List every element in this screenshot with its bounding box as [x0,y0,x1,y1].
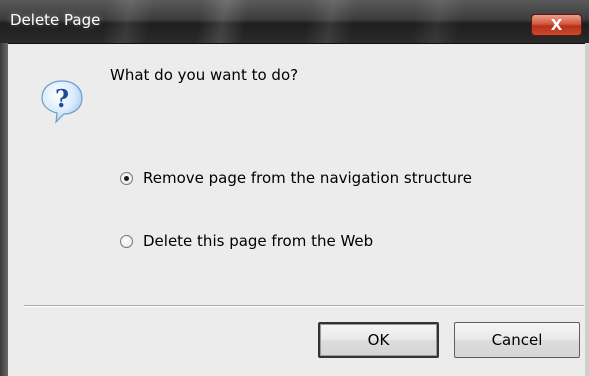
dialog-body: ? What do you want to do? Remove page fr… [8,44,585,376]
radio-remove-from-navigation[interactable] [120,171,133,185]
window-frame-left [0,43,8,376]
dialog-prompt: What do you want to do? [110,66,299,84]
option-remove-from-navigation[interactable]: Remove page from the navigation structur… [120,169,472,187]
title-bar[interactable]: Delete Page X [0,0,589,44]
option-remove-label: Remove page from the navigation structur… [143,169,472,187]
question-icon: ? [41,80,83,124]
radio-delete-from-web[interactable] [120,234,133,248]
window-frame-right [585,43,589,376]
button-separator [24,305,584,307]
window-title: Delete Page [10,11,101,29]
close-icon: X [550,16,563,34]
delete-page-dialog: Delete Page X ? What do you want to do? … [0,0,589,376]
svg-text:?: ? [55,84,69,113]
option-delete-label: Delete this page from the Web [143,232,374,250]
ok-button[interactable]: OK [318,322,439,358]
cancel-button[interactable]: Cancel [454,322,580,358]
option-delete-from-web[interactable]: Delete this page from the Web [120,232,373,250]
close-button[interactable]: X [531,14,582,36]
